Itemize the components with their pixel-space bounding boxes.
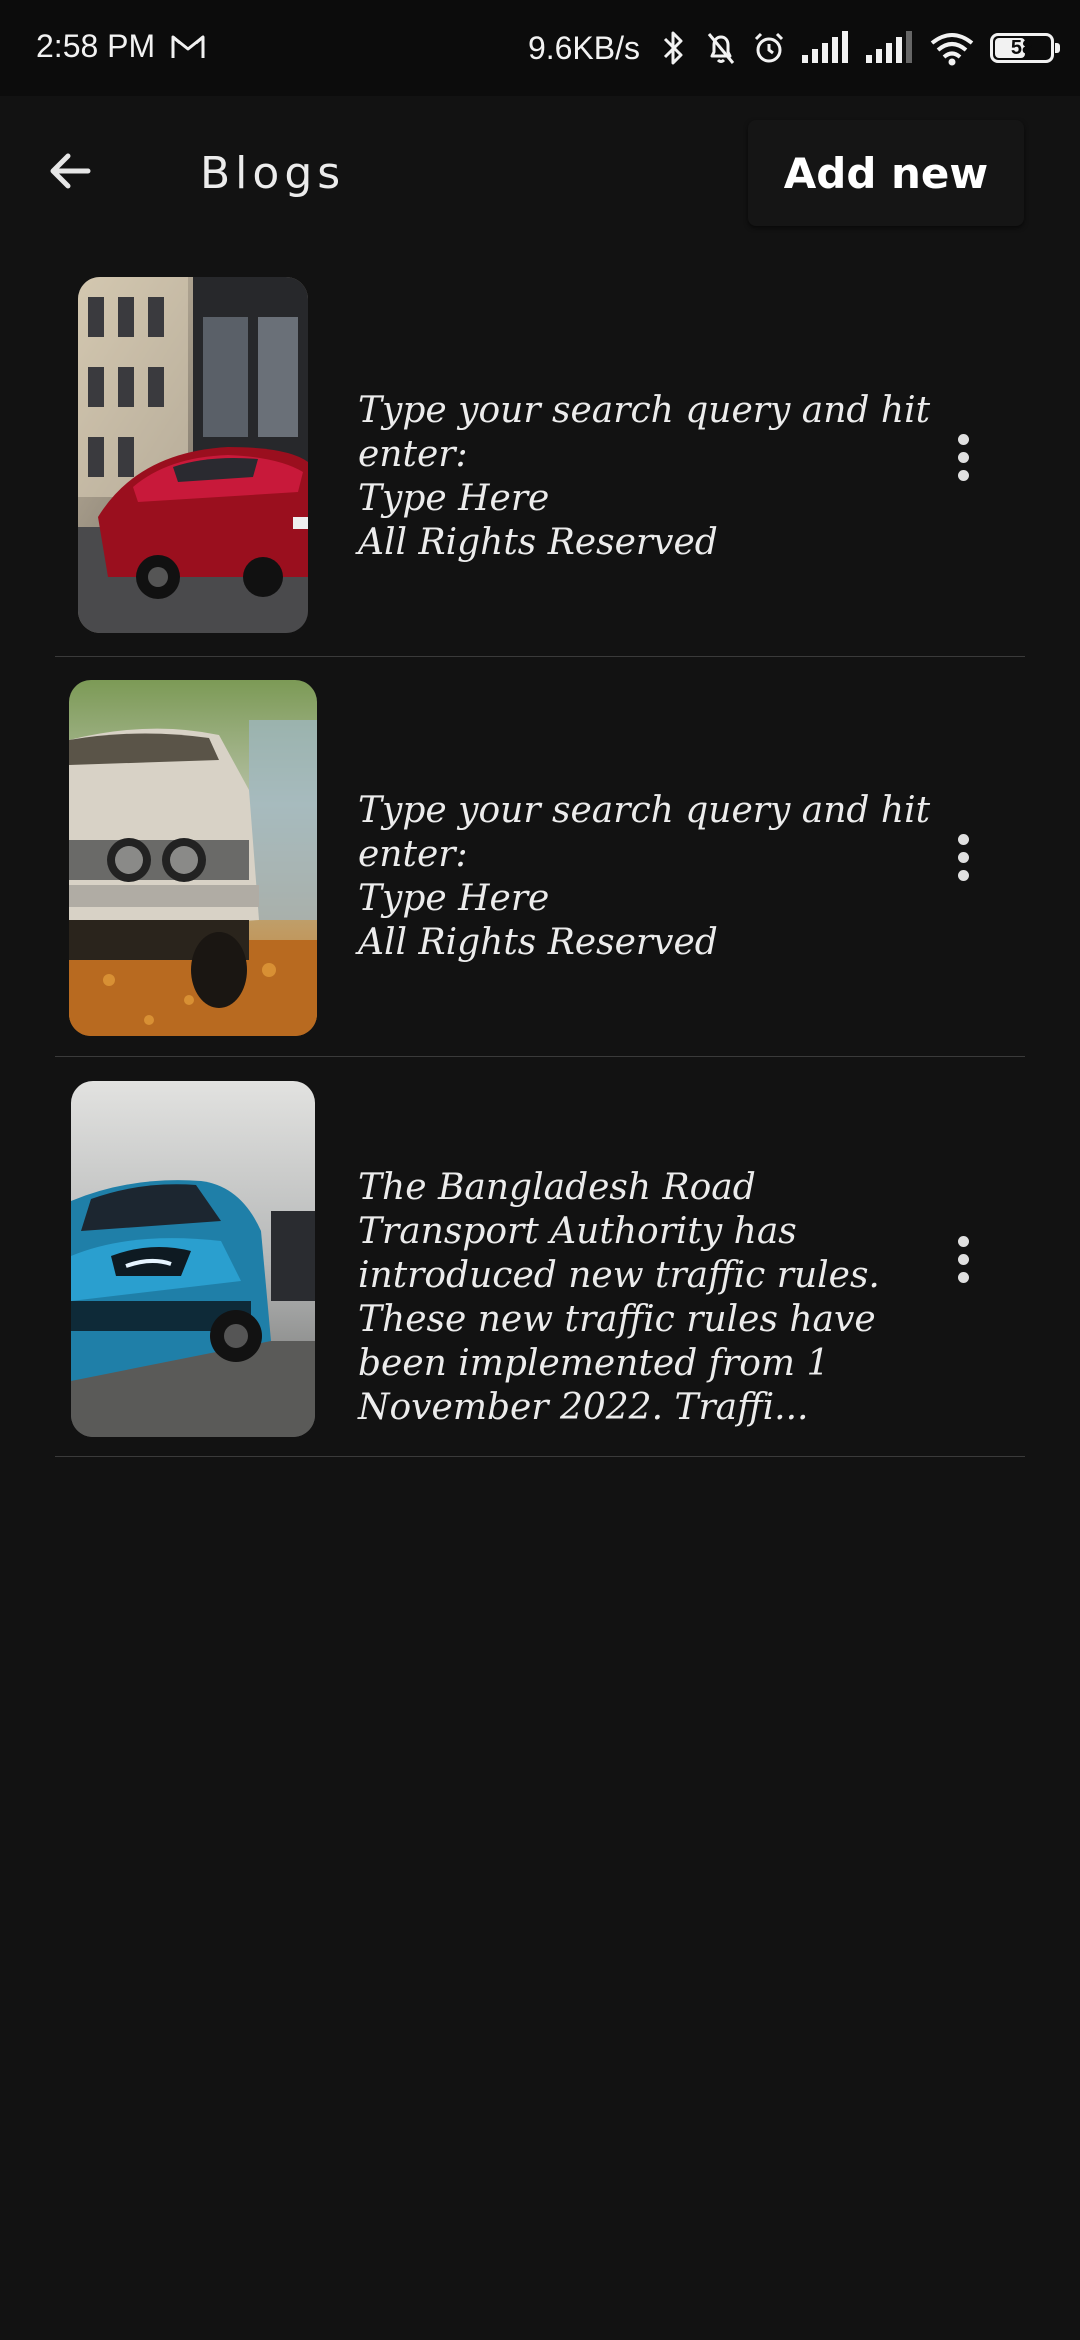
status-time: 2:58 PM bbox=[36, 28, 156, 64]
blog-excerpt-line: All Rights Reserved bbox=[358, 922, 718, 963]
more-vert-icon[interactable] bbox=[933, 817, 993, 897]
blog-excerpt-line: All Rights Reserved bbox=[358, 522, 718, 563]
signal-icon bbox=[866, 31, 912, 63]
blog-excerpt-line: Type Here bbox=[358, 878, 550, 919]
app-bar: Blogs Add new bbox=[0, 96, 1080, 246]
more-vert-icon[interactable] bbox=[933, 1219, 993, 1299]
bluetooth-icon bbox=[663, 31, 683, 65]
status-icons: 9.6KB/s 58 bbox=[527, 22, 1060, 74]
bell-off-icon bbox=[707, 33, 735, 64]
signal-icon bbox=[802, 31, 848, 63]
blog-excerpt-line: The Bangladesh Road Transport Authority … bbox=[358, 1167, 880, 1428]
more-vert-icon[interactable] bbox=[933, 417, 993, 497]
blog-list-item[interactable]: Type your search query and hit enter: Ty… bbox=[55, 657, 1025, 1057]
back-button[interactable] bbox=[40, 140, 114, 202]
network-speed: 9.6KB/s bbox=[527, 29, 640, 66]
battery-percent: 58 bbox=[1010, 36, 1034, 59]
red-sports-car-photo bbox=[78, 277, 308, 633]
blue-bmw-photo bbox=[71, 1081, 315, 1437]
blog-excerpt: Type your search query and hit enter: Ty… bbox=[358, 789, 958, 965]
blog-excerpt-line: Type Here bbox=[358, 478, 550, 519]
add-new-button[interactable]: Add new bbox=[748, 120, 1024, 226]
vintage-car-photo bbox=[69, 680, 317, 1036]
wifi-icon bbox=[930, 33, 974, 66]
arrow-left-icon bbox=[50, 153, 91, 189]
gmail-icon bbox=[171, 35, 205, 58]
blog-excerpt: Type your search query and hit enter: Ty… bbox=[358, 389, 958, 565]
blog-list-item[interactable]: The Bangladesh Road Transport Authority … bbox=[55, 1057, 1025, 1457]
battery-icon: 58 bbox=[990, 33, 1060, 63]
blog-excerpt-line: Type your search query and hit enter: bbox=[358, 390, 931, 475]
alarm-icon bbox=[754, 32, 784, 63]
blog-list-item[interactable]: Type your search query and hit enter: Ty… bbox=[55, 257, 1025, 657]
blog-excerpt: The Bangladesh Road Transport Authority … bbox=[358, 1166, 938, 1430]
page-title: Blogs bbox=[200, 148, 346, 199]
blog-thumbnail bbox=[71, 1081, 315, 1437]
blog-thumbnail bbox=[78, 277, 308, 633]
blog-thumbnail bbox=[69, 680, 317, 1036]
status-bar: 2:58 PM 9.6KB/s 58 bbox=[0, 0, 1080, 96]
blog-excerpt-line: Type your search query and hit enter: bbox=[358, 790, 931, 875]
